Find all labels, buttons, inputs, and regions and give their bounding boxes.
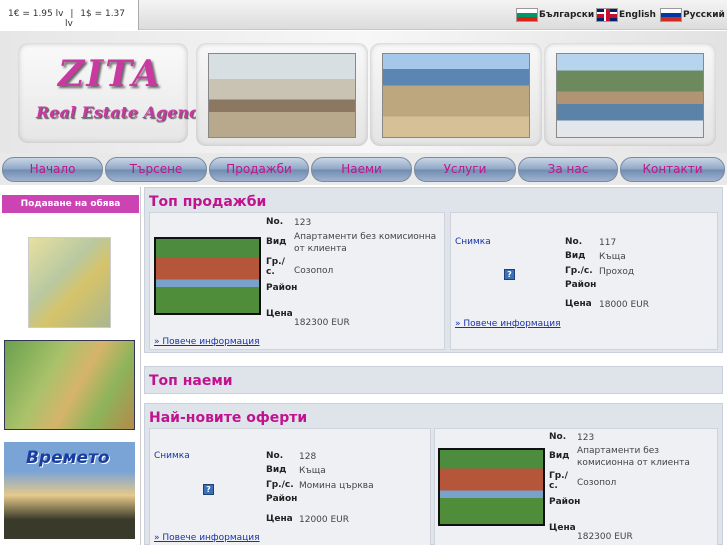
listing-number: 117 bbox=[599, 238, 617, 248]
more-info-link[interactable]: » Повече информация bbox=[455, 319, 561, 329]
label-district: Район bbox=[266, 494, 298, 504]
section-title: Топ продажби bbox=[149, 194, 267, 210]
weather-label: Времето bbox=[26, 448, 110, 468]
more-info-link[interactable]: » Повече информация bbox=[154, 337, 260, 347]
missing-image-icon: ? bbox=[504, 269, 515, 280]
language-label: Русский bbox=[683, 10, 725, 20]
listing-city: Созопол bbox=[294, 266, 334, 276]
nav-sales[interactable]: Продажби bbox=[209, 157, 309, 182]
russia-flag-icon bbox=[660, 8, 682, 22]
bulgaria-flag-icon bbox=[516, 8, 538, 22]
listing-type: Къща bbox=[299, 466, 326, 476]
label-type: Вид bbox=[266, 237, 287, 247]
label-type: Вид bbox=[266, 465, 287, 475]
photo-placeholder-label: Снимка bbox=[455, 237, 491, 247]
header-photo-beach bbox=[382, 53, 530, 138]
nav-contacts[interactable]: Контакти bbox=[620, 157, 725, 182]
listing-price: 182300 EUR bbox=[577, 532, 633, 542]
listing-number: 123 bbox=[294, 218, 312, 228]
listing-card: No. 123 Вид Апартаменти без комисионна о… bbox=[434, 428, 718, 545]
section-title: Най-новите оферти bbox=[149, 410, 308, 426]
listing-photo[interactable] bbox=[438, 448, 545, 526]
uk-flag-icon bbox=[596, 8, 618, 22]
header-banner: ZITA Real Estate Agency bbox=[0, 31, 727, 153]
label-city: Гр./с. bbox=[565, 266, 593, 276]
listing-photo[interactable] bbox=[154, 237, 261, 315]
header-photo-frame bbox=[544, 43, 716, 146]
money-banner-image[interactable] bbox=[28, 237, 111, 328]
header-photo-frame bbox=[196, 43, 368, 146]
logo[interactable]: ZITA Real Estate Agency bbox=[18, 43, 208, 143]
language-english-link[interactable]: English bbox=[596, 7, 656, 23]
header-photo-harbor bbox=[556, 53, 704, 138]
listing-card: Снимка ? No. 128 Вид Къща Гр./с. Момина … bbox=[149, 428, 431, 545]
label-price: Цена bbox=[266, 514, 293, 524]
section-newest-offers: Най-новите оферти Снимка ? No. 128 Вид К… bbox=[144, 403, 723, 545]
listing-card: Снимка ? No. 117 Вид Къща Гр./с. Проход … bbox=[450, 212, 718, 350]
top-bar: 1€ = 1.95 lv | 1$ = 1.37 lv Български En… bbox=[0, 0, 727, 30]
listing-number: 123 bbox=[577, 433, 595, 443]
main-content: Топ продажби No. 123 Вид Апартаменти без… bbox=[144, 187, 727, 545]
bulgaria-map-image[interactable] bbox=[4, 340, 135, 430]
label-type: Вид bbox=[549, 451, 570, 461]
language-label: Български bbox=[539, 10, 595, 20]
rate-usd: 1$ = 1.37 bbox=[80, 9, 126, 19]
nav-search[interactable]: Търсене bbox=[105, 157, 207, 182]
listing-city: Момина църква bbox=[299, 481, 374, 491]
submit-listing-button[interactable]: Подаване на обява bbox=[2, 195, 139, 213]
nav-home[interactable]: Начало bbox=[2, 157, 103, 182]
listing-card: No. 123 Вид Апартаменти без комисионна о… bbox=[149, 212, 445, 350]
label-no: No. bbox=[565, 237, 583, 247]
rate-eur: 1€ = 1.95 lv bbox=[8, 9, 64, 19]
listing-type: Апартаменти без комисионна от клиента bbox=[294, 232, 437, 254]
label-city: Гр./с. bbox=[266, 480, 294, 490]
rate-usd-unit: lv bbox=[65, 19, 73, 29]
section-top-rentals: Топ наеми bbox=[144, 366, 723, 394]
nav-rentals[interactable]: Наеми bbox=[311, 157, 412, 182]
logo-name: ZITA bbox=[58, 53, 162, 95]
header-photo-frame bbox=[370, 43, 542, 146]
section-top-sales: Топ продажби No. 123 Вид Апартаменти без… bbox=[144, 187, 723, 353]
weather-banner[interactable]: Времето bbox=[4, 442, 135, 539]
left-sidebar: Подаване на обява Времето bbox=[0, 187, 141, 545]
label-no: No. bbox=[266, 451, 284, 461]
exchange-rates: 1€ = 1.95 lv | 1$ = 1.37 lv bbox=[0, 0, 139, 30]
language-label: English bbox=[619, 10, 656, 20]
missing-image-icon: ? bbox=[203, 484, 214, 495]
listing-price: 18000 EUR bbox=[599, 300, 650, 310]
label-district: Район bbox=[565, 280, 597, 290]
label-price: Цена bbox=[266, 309, 293, 319]
label-type: Вид bbox=[565, 251, 586, 261]
label-no: No. bbox=[549, 432, 567, 442]
rate-separator: | bbox=[70, 9, 74, 19]
label-price: Цена bbox=[565, 299, 592, 309]
listing-number: 128 bbox=[299, 452, 317, 462]
label-district: Район bbox=[549, 497, 581, 507]
language-bulgarian-link[interactable]: Български bbox=[516, 7, 594, 23]
language-russian-link[interactable]: Русский bbox=[660, 7, 725, 23]
label-no: No. bbox=[266, 217, 284, 227]
label-price: Цена bbox=[549, 523, 576, 533]
header-photo-terrace bbox=[208, 53, 356, 138]
label-district: Район bbox=[266, 283, 298, 293]
nav-about[interactable]: За нас bbox=[518, 157, 618, 182]
label-city: Гр./с. bbox=[266, 257, 285, 277]
logo-tagline: Real Estate Agency bbox=[36, 103, 209, 122]
main-navigation: Начало Търсене Продажби Наеми Услуги За … bbox=[0, 153, 727, 185]
listing-city: Проход bbox=[599, 267, 635, 277]
more-info-link[interactable]: » Повече информация bbox=[154, 533, 260, 543]
listing-price: 182300 EUR bbox=[294, 318, 350, 328]
nav-services[interactable]: Услуги bbox=[414, 157, 516, 182]
section-title: Топ наеми bbox=[149, 373, 233, 389]
listing-price: 12000 EUR bbox=[299, 515, 350, 525]
label-city: Гр./с. bbox=[549, 471, 568, 491]
listing-type: Къща bbox=[599, 252, 626, 262]
listing-city: Созопол bbox=[577, 478, 617, 488]
photo-placeholder-label: Снимка bbox=[154, 451, 190, 461]
listing-type: Апартаменти без комисионна от клиента bbox=[577, 446, 690, 468]
